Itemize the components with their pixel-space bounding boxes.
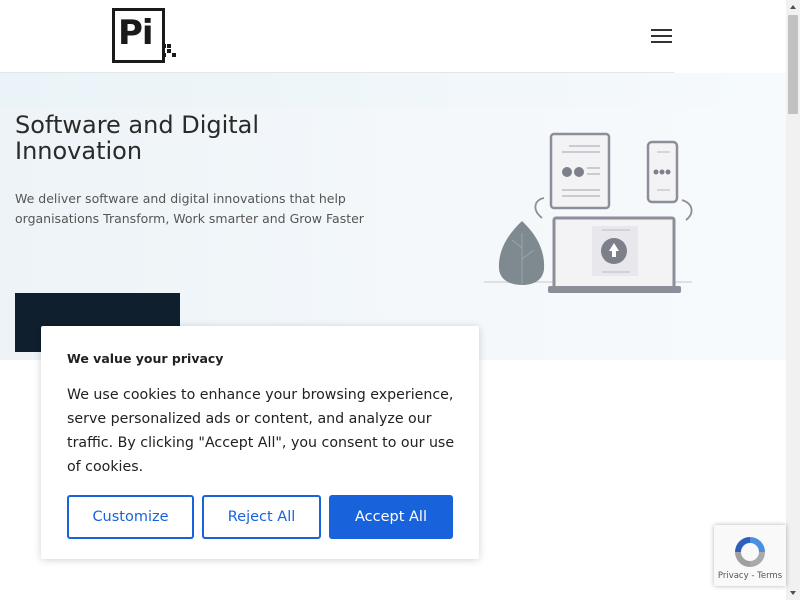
hero-top-band bbox=[0, 73, 786, 107]
hero-title: Software and Digital Innovation bbox=[15, 111, 260, 165]
scroll-up-arrow-icon[interactable] bbox=[786, 0, 800, 14]
cookie-consent-banner: We value your privacy We use cookies to … bbox=[41, 326, 479, 559]
cookie-banner-title: We value your privacy bbox=[67, 351, 224, 366]
logo-text: Pi bbox=[118, 13, 154, 53]
logo-pixel-dots bbox=[162, 44, 176, 58]
site-header: Pi bbox=[0, 0, 786, 72]
pi-logo[interactable]: Pi bbox=[112, 8, 176, 64]
recaptcha-links[interactable]: Privacy - Terms bbox=[714, 571, 786, 581]
recaptcha-badge[interactable]: Privacy - Terms bbox=[714, 525, 786, 586]
reject-all-button[interactable]: Reject All bbox=[202, 495, 321, 539]
scroll-down-arrow-icon[interactable] bbox=[786, 586, 800, 600]
accept-all-button[interactable]: Accept All bbox=[329, 495, 453, 539]
recaptcha-icon bbox=[735, 537, 765, 567]
customize-button[interactable]: Customize bbox=[67, 495, 194, 539]
hero-subtitle: We deliver software and digital innovati… bbox=[15, 191, 364, 226]
devices-illustration-icon bbox=[484, 132, 693, 293]
hamburger-menu-icon[interactable] bbox=[651, 29, 673, 45]
scrollbar-thumb[interactable] bbox=[788, 15, 798, 114]
cookie-banner-text: We use cookies to enhance your browsing … bbox=[67, 387, 455, 475]
